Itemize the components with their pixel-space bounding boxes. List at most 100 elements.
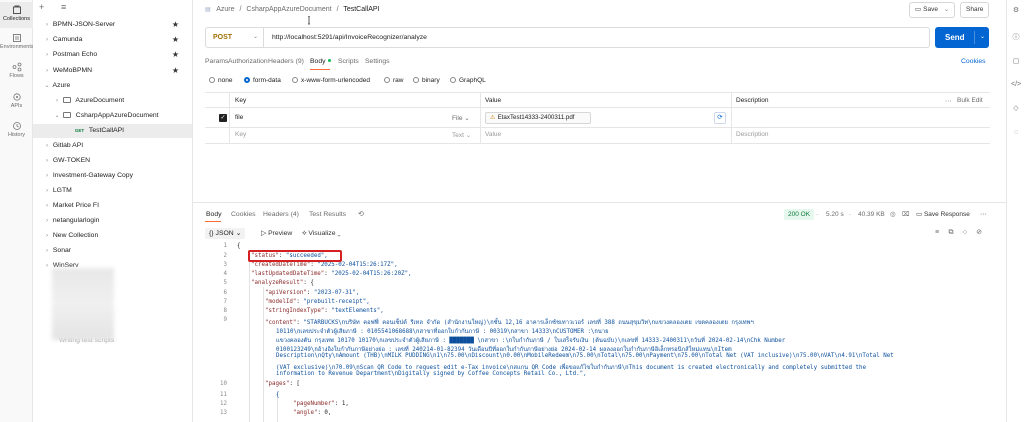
response-time[interactable]: 5.20 s xyxy=(826,209,844,220)
save-button[interactable]: ▭ Save ⌄ xyxy=(909,2,956,18)
table-divider xyxy=(205,127,990,128)
tree-item-postman-echo[interactable]: › Postman Echo ★ xyxy=(33,48,192,62)
tab-settings[interactable]: Settings xyxy=(365,56,390,68)
search-icon[interactable]: ○ xyxy=(960,228,970,238)
chevron-down-icon[interactable]: ⌄ xyxy=(980,27,985,48)
api-doc-icon[interactable]: ◇ xyxy=(1011,104,1021,114)
radio-graphql[interactable]: GraphQL xyxy=(450,75,486,86)
warning-icon: ⚠ xyxy=(490,114,496,121)
tab-params[interactable]: Params xyxy=(205,56,228,68)
save-icon: ▭ xyxy=(915,6,922,13)
settings-icon[interactable]: ⚙ xyxy=(1011,6,1021,16)
tree-item-netangularlogin[interactable]: › netangularlogin xyxy=(33,214,192,228)
tab-body[interactable]: Body xyxy=(310,56,331,68)
pane-divider[interactable] xyxy=(193,202,1006,203)
tab-authorization[interactable]: Authorization xyxy=(228,56,268,68)
rail-collections[interactable]: Collections xyxy=(0,2,33,28)
tree-item-gitlab-api[interactable]: › Gitlab API xyxy=(33,139,192,153)
breadcrumb-folder[interactable]: CsharpAppAzureDocument xyxy=(246,6,331,13)
new-type-select[interactable]: Text ⌄ xyxy=(452,131,471,139)
url-input[interactable]: http://localhost:5291/api/InvoiceRecogni… xyxy=(272,28,427,47)
new-button[interactable]: + xyxy=(39,2,44,14)
share-button[interactable]: Share xyxy=(960,2,990,18)
bulk-edit-link[interactable]: Bulk Edit xyxy=(957,97,983,104)
screenshot-icon[interactable]: ⌧ xyxy=(902,209,910,220)
tree-item-label: CsharpAppAzureDocument xyxy=(75,112,159,119)
copy-icon[interactable]: ⧉ xyxy=(946,228,956,238)
chevron-down-icon: ⌄ xyxy=(44,83,50,89)
radio-form-data[interactable]: form-data xyxy=(244,75,281,86)
more-options-icon[interactable]: ⋯ xyxy=(980,209,987,220)
star-icon[interactable]: ★ xyxy=(172,18,179,32)
save-response-button[interactable]: ▭ Save Response xyxy=(916,209,970,220)
rail-history[interactable]: History xyxy=(0,118,33,144)
new-description-input[interactable]: Description xyxy=(736,131,769,138)
response-body[interactable]: 1{2 "status": "succeeded", 3 "createdDateTi… xyxy=(205,243,1005,422)
format-select[interactable]: {} JSON ⌄ xyxy=(205,228,246,239)
related-icon[interactable]: ◌ xyxy=(1011,128,1021,138)
filter-icon[interactable]: ≡ xyxy=(61,2,66,14)
clear-icon[interactable]: ⊘ xyxy=(974,228,984,238)
globe-icon: ◎ xyxy=(890,211,896,218)
star-icon[interactable]: ★ xyxy=(172,64,179,78)
star-icon[interactable]: ★ xyxy=(172,33,179,47)
tree-item-label: TestCallAPI xyxy=(88,127,125,134)
preview-button[interactable]: ▷ Preview xyxy=(261,228,292,239)
tree-item-lgtm[interactable]: › LGTM xyxy=(33,184,192,198)
tree-item-market-price-fi[interactable]: › Market Price FI xyxy=(33,199,192,213)
tree-item-investment-gateway-copy[interactable]: › Investment-Gateway Copy xyxy=(33,169,192,183)
tab-headers[interactable]: Headers (9) xyxy=(268,56,304,68)
code-icon[interactable]: </> xyxy=(1011,80,1021,90)
tree-item-camunda[interactable]: › Camunda ★ xyxy=(33,33,192,47)
chevron-right-icon: › xyxy=(56,98,58,104)
rail-environments[interactable]: Environments xyxy=(0,30,34,56)
tree-item-testcallapi[interactable]: GET TestCallAPI xyxy=(33,124,192,138)
comments-icon[interactable]: ▢ xyxy=(1011,57,1021,67)
response-size[interactable]: 40.39 KB xyxy=(858,209,885,220)
cookies-link[interactable]: Cookies xyxy=(961,56,986,68)
send-button[interactable]: Send ⌄ xyxy=(935,27,989,48)
tree-item-azuredocument[interactable]: › AzureDocument xyxy=(33,94,192,108)
file-chip[interactable]: ⚠ EtaxTest14333-2400311.pdf xyxy=(485,112,591,124)
info-icon[interactable]: ⓘ xyxy=(1011,33,1021,43)
row-key-input[interactable]: file xyxy=(235,114,243,121)
table-divider xyxy=(205,143,990,144)
breadcrumb-azure[interactable]: Azure xyxy=(216,6,234,13)
table-divider xyxy=(480,93,481,143)
wrap-lines-icon[interactable]: ≡ xyxy=(932,228,942,238)
tree-item-new-collection[interactable]: › New Collection xyxy=(33,229,192,243)
rail-flows[interactable]: Flows xyxy=(0,59,33,85)
page-title[interactable]: TestCallAPI xyxy=(343,6,379,13)
method-select[interactable]: POST ⌄ xyxy=(206,28,264,47)
response-tab-body[interactable]: Body xyxy=(206,209,222,220)
rail-apis[interactable]: APIs xyxy=(0,89,33,115)
visualize-button[interactable]: ⟡ Visualize ⌄ xyxy=(302,228,341,239)
radio-binary[interactable]: binary xyxy=(413,75,440,86)
radio-none[interactable]: none xyxy=(209,75,232,86)
more-icon[interactable]: ⋯ xyxy=(945,97,952,105)
row-enabled-checkbox[interactable]: ✓ xyxy=(219,114,227,122)
new-value-input[interactable]: Value xyxy=(485,131,501,138)
radio-x-www-form-urlencoded[interactable]: x-www-form-urlencoded xyxy=(292,75,370,86)
tab-scripts[interactable]: Scripts xyxy=(338,56,359,68)
tree-item-azure[interactable]: ⌄ Azure xyxy=(33,79,192,93)
tree-item-gw-token[interactable]: › GW-TOKEN xyxy=(33,154,192,168)
star-icon[interactable]: ★ xyxy=(172,48,179,62)
history-icon[interactable]: ⟲ xyxy=(358,209,364,220)
response-tab-headers[interactable]: Headers (4) xyxy=(263,209,299,220)
table-divider xyxy=(731,93,732,143)
response-tab-cookies[interactable]: Cookies xyxy=(231,209,256,220)
tree-item-wemobpmn[interactable]: › WeMoBPMN ★ xyxy=(33,64,192,78)
file-name: EtaxTest14333-2400311.pdf xyxy=(497,114,575,121)
chevron-down-icon: ⌄ xyxy=(943,6,950,13)
tree-item-sonar[interactable]: › Sonar xyxy=(33,244,192,258)
row-type-select[interactable]: File ⌄ xyxy=(452,114,470,122)
response-tab-test-results[interactable]: Test Results xyxy=(309,209,346,220)
tree-item-bpmn-json-server[interactable]: › BPMN-JSON-Server ★ xyxy=(33,18,192,32)
radio-label: form-data xyxy=(253,77,281,84)
tree-item-label: Investment-Gateway Copy xyxy=(52,172,133,179)
new-key-input[interactable]: Key xyxy=(235,131,246,138)
radio-raw[interactable]: raw xyxy=(384,75,403,86)
tree-item-csharpappazuredocument[interactable]: ⌄ CsharpAppAzureDocument xyxy=(33,109,192,123)
upload-sync-icon[interactable]: ⟳ xyxy=(714,112,726,124)
